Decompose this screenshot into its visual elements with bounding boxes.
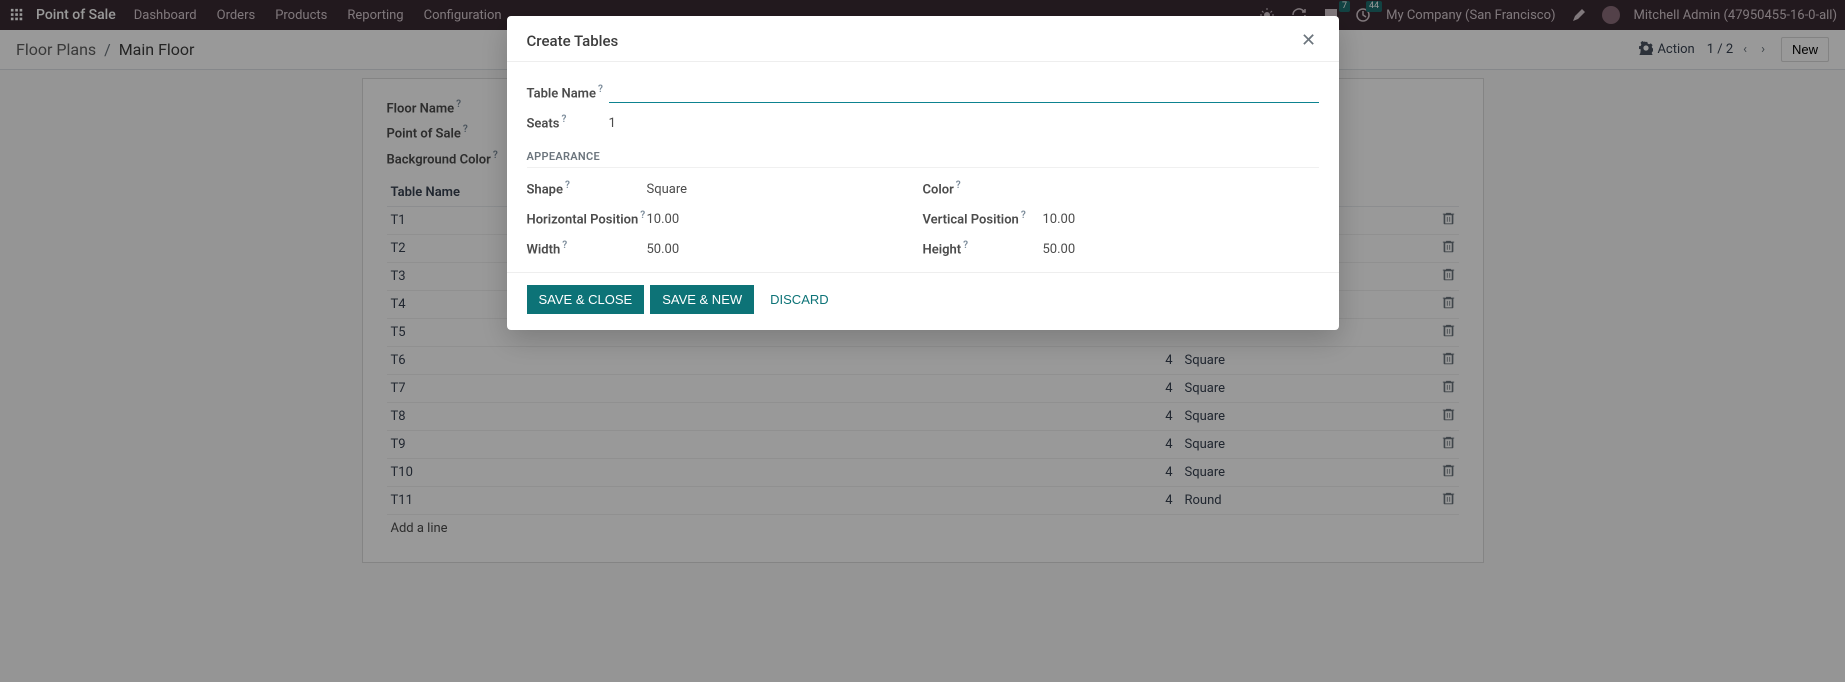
- label-height: Height?: [923, 240, 1043, 257]
- modal: Create Tables ✕ Table Name? Seats? 1 APP…: [507, 16, 1339, 330]
- label-color: Color?: [923, 180, 1043, 197]
- section-appearance: APPEARANCE: [527, 150, 1319, 168]
- save-close-button[interactable]: SAVE & CLOSE: [527, 285, 645, 314]
- table-name-input[interactable]: [609, 83, 1319, 103]
- hpos-value[interactable]: 10.00: [647, 212, 680, 227]
- modal-overlay: Create Tables ✕ Table Name? Seats? 1 APP…: [0, 0, 1845, 682]
- label-horizontal-position: Horizontal Position?: [527, 210, 647, 227]
- modal-footer: SAVE & CLOSE SAVE & NEW DISCARD: [507, 272, 1339, 330]
- modal-header: Create Tables ✕: [507, 16, 1339, 62]
- label-table-name: Table Name?: [527, 84, 609, 101]
- vpos-value[interactable]: 10.00: [1043, 212, 1076, 227]
- label-vertical-position: Vertical Position?: [923, 210, 1043, 227]
- height-value[interactable]: 50.00: [1043, 242, 1076, 257]
- label-shape: Shape?: [527, 180, 647, 197]
- modal-title: Create Tables: [527, 32, 619, 50]
- seats-value[interactable]: 1: [609, 116, 616, 131]
- discard-button[interactable]: DISCARD: [760, 285, 839, 314]
- label-seats: Seats?: [527, 114, 609, 131]
- modal-body: Table Name? Seats? 1 APPEARANCE Shape? S…: [507, 62, 1339, 272]
- label-width: Width?: [527, 240, 647, 257]
- shape-value[interactable]: Square: [647, 182, 688, 197]
- save-new-button[interactable]: SAVE & NEW: [650, 285, 754, 314]
- width-value[interactable]: 50.00: [647, 242, 680, 257]
- close-icon[interactable]: ✕: [1299, 30, 1319, 51]
